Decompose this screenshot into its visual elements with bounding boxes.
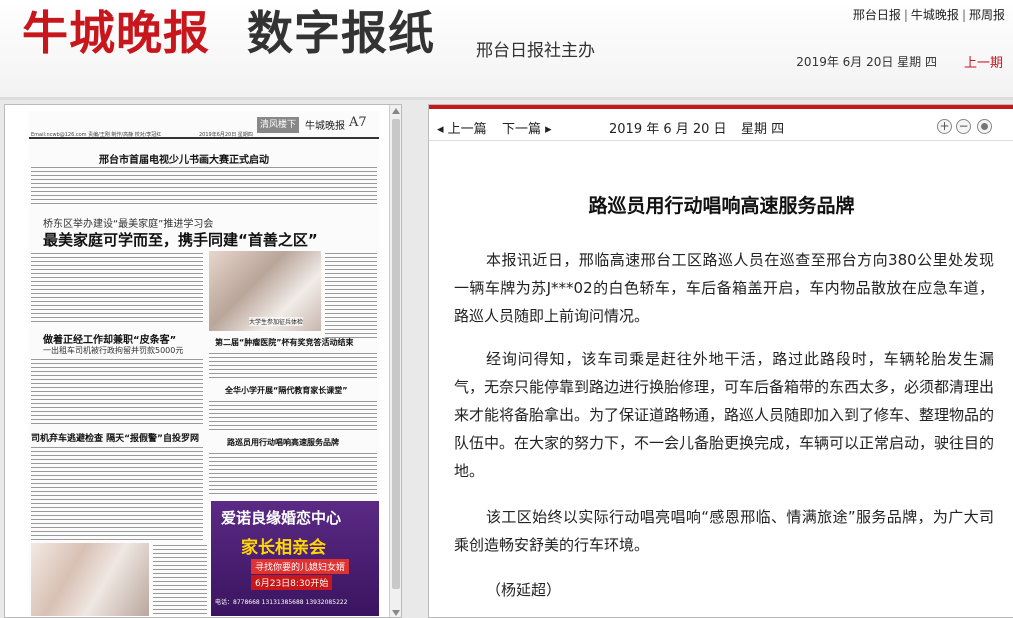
link-xingtai-weekly[interactable]: 邢周报 <box>969 8 1005 22</box>
newspaper-page-panel[interactable]: Email:ncwb@126.com 责编/王刚 制作/高静 校对/李冠红 20… <box>4 104 402 618</box>
ad-tagline: 寻找你要的儿媳妇女婿 <box>251 559 350 574</box>
headline-road-patrol[interactable]: 路巡员用行动唱响高速服务品牌 <box>227 437 339 448</box>
article-text-block <box>209 451 377 497</box>
headline-grandparent-class[interactable]: 全华小学开展“隔代教育家长课堂” <box>225 385 348 396</box>
scroll-down-icon[interactable] <box>392 610 400 616</box>
article-text-block <box>153 543 207 616</box>
brand-logo-main[interactable]: 牛城晚报 <box>22 6 210 60</box>
prev-article-button[interactable]: ◂ 上一篇 <box>437 118 487 137</box>
article-title: 路巡员用行动唱响高速服务品牌 <box>588 195 855 217</box>
link-separator: | <box>961 8 966 22</box>
ad-title: 爱诺良缘婚恋中心 <box>221 509 342 527</box>
article-text-block <box>209 351 377 381</box>
article-date: 2019 年 6 月 20 日 <box>609 122 727 137</box>
link-separator: | <box>903 8 908 22</box>
prev-issue-link[interactable]: 上一期 <box>964 52 1003 71</box>
headline-kicker-family[interactable]: 桥东区举办建设“最美家庭”推进学习会 <box>43 215 213 230</box>
brand-logo-digital: 数字报纸 <box>247 6 435 60</box>
page-masthead: 牛城晚报 <box>305 121 345 132</box>
brand-publisher: 邢台日报社主办 <box>476 41 595 61</box>
article-text-block <box>31 165 377 207</box>
headline-side-job[interactable]: 做着正经工作却兼职“皮条客” <box>43 331 176 346</box>
ad-footer: 电话：8778668 13131385688 13932085222 <box>215 599 348 606</box>
headline-hospital-quiz[interactable]: 第二届“肿瘤医院”杯有奖竞答活动结束 <box>215 337 354 348</box>
link-xingtai-daily[interactable]: 邢台日报 <box>853 8 901 22</box>
article-paragraph: 该工区始终以实际行动唱亮唱响“感恩邢临、情满旅途”服务品牌，为广大司乘创造畅安舒… <box>454 508 994 554</box>
article-text-block <box>31 445 203 541</box>
matchmaking-ad[interactable]: 爱诺良缘婚恋中心 家长相亲会 寻找你要的儿媳妇女婿 6月23日8:30开始 电话… <box>211 501 379 616</box>
next-article-button[interactable]: 下一篇 ▸ <box>502 118 552 137</box>
page-scrollbar[interactable] <box>389 105 401 617</box>
article-text-block <box>325 251 377 341</box>
ad-event: 家长相亲会 <box>241 538 326 558</box>
headline-driver-false-report[interactable]: 司机弃车逃避检查 隔天“报假警”自投罗网 <box>31 431 199 444</box>
scroll-up-icon[interactable] <box>392 108 400 114</box>
zoom-reset-icon[interactable] <box>977 119 992 134</box>
page-number: A7 <box>349 115 367 130</box>
article-toolbar: ◂ 上一篇 下一篇 ▸ 2019 年 6 月 20 日 星期 四 + − <box>429 109 1013 141</box>
section-banner: 清风楼下 <box>257 117 299 133</box>
zoom-in-icon[interactable]: + <box>937 119 952 134</box>
headline-art-contest[interactable]: 邢台市首届电视少儿书画大赛正式启动 <box>99 151 269 166</box>
newspaper-page-image[interactable]: Email:ncwb@126.com 责编/王刚 制作/高静 校对/李冠红 20… <box>29 111 379 616</box>
zoom-out-icon[interactable]: − <box>956 119 971 134</box>
article-text-block <box>209 399 377 433</box>
article-paragraph: 经询问得知，该车司乘是赶往外地干活，路过此路段时，车辆轮胎发生漏气，无奈只能停靠… <box>454 350 995 480</box>
article-text-block <box>31 251 203 323</box>
headline-taxi-detention[interactable]: 一出租车司机被行政拘留并罚款5000元 <box>43 345 183 356</box>
article-text-block <box>31 357 203 427</box>
page-header: Email:ncwb@126.com 责编/王刚 制作/高静 校对/李冠红 20… <box>29 113 379 139</box>
photo-caption-recruits: 大学生参加征兵体检 <box>249 317 304 326</box>
article-panel: ◂ 上一篇 下一篇 ▸ 2019 年 6 月 20 日 星期 四 + − 路巡员… <box>428 104 1013 618</box>
article-weekday: 星期 四 <box>741 122 785 137</box>
issue-date: 2019年 6月 20日 星期 四 <box>796 55 937 69</box>
link-niucheng-evening[interactable]: 牛城晚报 <box>911 8 959 22</box>
article-paragraph: 本报讯近日，邢临高速邢台工区路巡人员在巡查至邢台方向380公里处发现一辆车牌为苏… <box>454 251 994 325</box>
top-links: 邢台日报 | 牛城晚报 | 邢周报 <box>853 6 1005 23</box>
site-header: 牛城晚报 数字报纸 邢台日报社主办 邢台日报 | 牛城晚报 | 邢周报 2019年 6月… <box>0 0 1013 100</box>
article-author: （杨延超） <box>486 581 562 599</box>
page-date: 2019年6月20日 星期四 <box>199 132 253 138</box>
page-meta: Email:ncwb@126.com 责编/王刚 制作/高静 校对/李冠红 <box>31 132 162 138</box>
headline-best-family[interactable]: 最美家庭可学而至，携手同建“首善之区” <box>43 229 318 250</box>
zoom-reset-dot <box>981 123 988 130</box>
scrollbar-thumb[interactable] <box>392 119 400 589</box>
header-divider <box>0 97 1013 100</box>
photo-hospital <box>31 543 149 616</box>
ad-date: 6月23日8:30开始 <box>251 575 333 590</box>
